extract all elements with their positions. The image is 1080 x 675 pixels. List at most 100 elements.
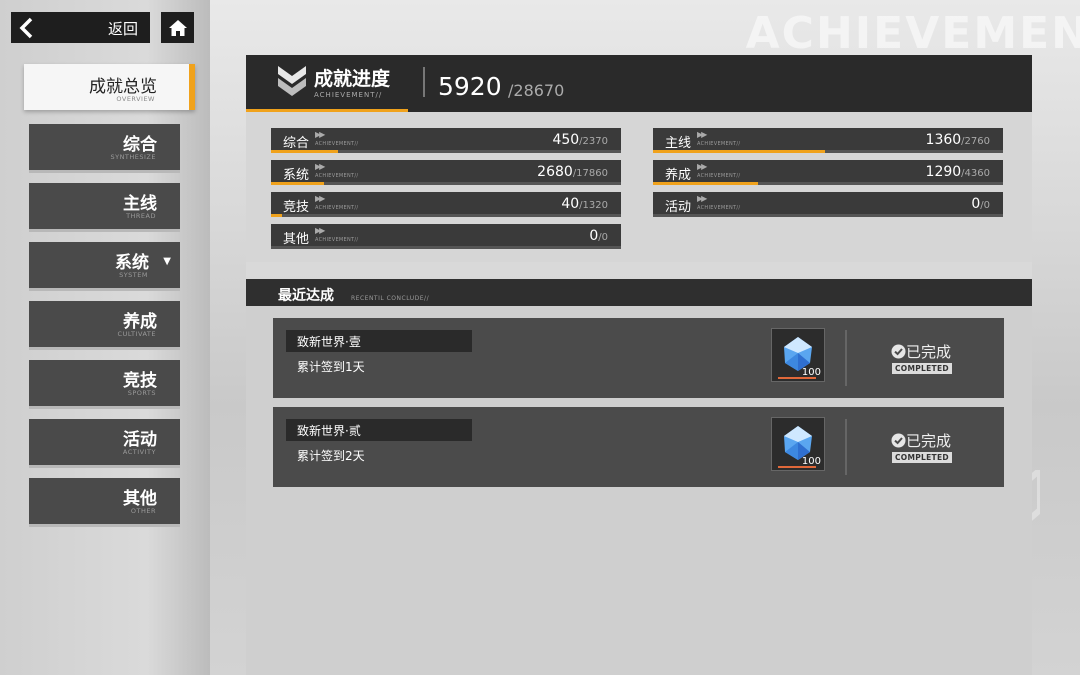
sidebar-item-sublabel: OTHER bbox=[130, 507, 156, 515]
stat-progress-fill bbox=[653, 150, 825, 153]
achievement-card[interactable]: 致新世界·壹 累计签到1天 100 已完成 COMPLETED bbox=[273, 318, 1004, 398]
sidebar-item-label: 竞技 bbox=[123, 371, 157, 391]
stat-row-sports[interactable]: 竞技 ▶▶ ACHIEVEMENT// 40/1320 bbox=[271, 192, 621, 217]
card-divider bbox=[845, 419, 847, 475]
sidebar-item-sports[interactable]: 竞技 SPORTS bbox=[29, 360, 180, 406]
sidebar-item-system[interactable]: 系统 ▼ SYSTEM bbox=[29, 242, 180, 288]
header-divider bbox=[423, 67, 425, 97]
sidebar-item-label: 其他 bbox=[123, 489, 157, 509]
reward-item[interactable]: 100 bbox=[771, 328, 825, 382]
progress-score: 5920 bbox=[438, 72, 502, 101]
double-arrow-icon: ▶▶ bbox=[697, 130, 707, 139]
stat-tag: ACHIEVEMENT// bbox=[315, 173, 359, 179]
progress-title: 成就进度 bbox=[314, 68, 391, 90]
stat-value: 0/0 bbox=[589, 228, 608, 244]
stat-progress-fill bbox=[653, 182, 758, 185]
sidebar-item-label: 养成 bbox=[123, 312, 157, 332]
check-circle-icon bbox=[891, 344, 906, 359]
progress-subtitle: ACHIEVEMENT// bbox=[314, 91, 383, 99]
active-indicator bbox=[189, 64, 195, 110]
sidebar-item-sublabel: OVERVIEW bbox=[116, 95, 155, 103]
double-arrow-icon: ▶▶ bbox=[315, 194, 325, 203]
stat-value: 2680/17860 bbox=[537, 164, 608, 180]
stat-value: 450/2370 bbox=[552, 132, 608, 148]
sidebar-item-other[interactable]: 其他 OTHER bbox=[29, 478, 180, 524]
stat-progress-fill bbox=[271, 214, 282, 217]
sidebar-item-sublabel: SYSTEM bbox=[119, 271, 148, 279]
sidebar-item-sublabel: CULTIVATE bbox=[117, 330, 156, 338]
achievement-chevron-icon bbox=[278, 66, 306, 96]
stat-row-system[interactable]: 系统 ▶▶ ACHIEVEMENT// 2680/17860 bbox=[271, 160, 621, 185]
back-button[interactable]: 返回 bbox=[11, 12, 150, 43]
stat-name: 活动 bbox=[665, 200, 692, 215]
completed-badge: COMPLETED bbox=[892, 452, 952, 463]
sidebar-item-label: 系统 bbox=[115, 253, 149, 273]
reward-quantity: 100 bbox=[801, 456, 821, 467]
chevron-down-icon: ▼ bbox=[163, 256, 171, 267]
back-label: 返回 bbox=[107, 20, 138, 38]
sidebar-item-thread[interactable]: 主线 THREAD bbox=[29, 183, 180, 229]
sidebar-item-sublabel: SYNTHESIZE bbox=[110, 153, 156, 161]
card-divider bbox=[845, 330, 847, 386]
stat-value: 0/0 bbox=[971, 196, 990, 212]
stat-tag: ACHIEVEMENT// bbox=[315, 141, 359, 147]
completed-status: 已完成 bbox=[891, 341, 951, 362]
stat-name: 主线 bbox=[665, 136, 692, 151]
completed-badge: COMPLETED bbox=[892, 363, 952, 374]
stat-name: 系统 bbox=[283, 168, 310, 183]
stat-value: 1360/2760 bbox=[925, 132, 990, 148]
stat-name: 竞技 bbox=[283, 200, 310, 215]
progress-total: /28670 bbox=[508, 81, 565, 100]
sidebar-item-label: 主线 bbox=[123, 194, 157, 214]
sidebar-item-label: 综合 bbox=[123, 135, 157, 155]
recent-title: 最近达成 bbox=[278, 288, 334, 304]
sidebar-item-label: 成就总览 bbox=[89, 77, 157, 97]
stat-value: 1290/4360 bbox=[925, 164, 990, 180]
stat-tag: ACHIEVEMENT// bbox=[315, 205, 359, 211]
sidebar-item-activity[interactable]: 活动 ACTIVITY bbox=[29, 419, 180, 465]
home-icon bbox=[168, 19, 187, 36]
stat-row-cultivate[interactable]: 养成 ▶▶ ACHIEVEMENT// 1290/4360 bbox=[653, 160, 1003, 185]
reward-item[interactable]: 100 bbox=[771, 417, 825, 471]
double-arrow-icon: ▶▶ bbox=[697, 162, 707, 171]
achievement-name: 致新世界·贰 bbox=[297, 424, 361, 438]
achievement-desc: 累计签到1天 bbox=[297, 360, 365, 374]
stat-value: 40/1320 bbox=[561, 196, 608, 212]
stat-progress-fill bbox=[271, 182, 324, 185]
back-arrow-icon bbox=[11, 12, 41, 43]
stat-tag: ACHIEVEMENT// bbox=[315, 237, 359, 243]
stat-progress-track bbox=[653, 214, 1003, 217]
double-arrow-icon: ▶▶ bbox=[697, 194, 707, 203]
stat-name: 养成 bbox=[665, 168, 692, 183]
check-circle-icon bbox=[891, 433, 906, 448]
reward-quantity: 100 bbox=[801, 367, 821, 378]
achievement-name: 致新世界·壹 bbox=[297, 335, 361, 349]
stat-row-other[interactable]: 其他 ▶▶ ACHIEVEMENT// 0/0 bbox=[271, 224, 621, 249]
stat-tag: ACHIEVEMENT// bbox=[697, 141, 741, 147]
stat-name: 其他 bbox=[283, 232, 310, 247]
stat-tag: ACHIEVEMENT// bbox=[697, 205, 741, 211]
double-arrow-icon: ▶▶ bbox=[315, 226, 325, 235]
sidebar-item-sublabel: THREAD bbox=[126, 212, 156, 220]
stat-progress-track bbox=[271, 246, 621, 249]
stat-row-thread[interactable]: 主线 ▶▶ ACHIEVEMENT// 1360/2760 bbox=[653, 128, 1003, 153]
achievement-card[interactable]: 致新世界·贰 累计签到2天 100 已完成 COMPLETED bbox=[273, 407, 1004, 487]
recent-subtitle: RECENTIL CONCLUDE// bbox=[351, 295, 430, 302]
sidebar-item-synthesize[interactable]: 综合 SYNTHESIZE bbox=[29, 124, 180, 170]
stat-progress-track bbox=[271, 182, 621, 185]
stat-row-activity[interactable]: 活动 ▶▶ ACHIEVEMENT// 0/0 bbox=[653, 192, 1003, 217]
sidebar-item-label: 活动 bbox=[123, 430, 157, 450]
sidebar-item-sublabel: ACTIVITY bbox=[122, 448, 156, 456]
home-button[interactable] bbox=[161, 12, 194, 43]
stat-row-synthesize[interactable]: 综合 ▶▶ ACHIEVEMENT// 450/2370 bbox=[271, 128, 621, 153]
stat-tag: ACHIEVEMENT// bbox=[697, 173, 741, 179]
achievement-desc: 累计签到2天 bbox=[297, 449, 365, 463]
stat-progress-track bbox=[271, 214, 621, 217]
sidebar-item-overview[interactable]: 成就总览 OVERVIEW bbox=[24, 64, 195, 110]
sidebar-item-sublabel: SPORTS bbox=[127, 389, 156, 397]
double-arrow-icon: ▶▶ bbox=[315, 162, 325, 171]
completed-status: 已完成 bbox=[891, 430, 951, 451]
background-watermark: ACHIEVEMEN bbox=[745, 8, 1080, 59]
stat-name: 综合 bbox=[283, 136, 310, 151]
sidebar-item-cultivate[interactable]: 养成 CULTIVATE bbox=[29, 301, 180, 347]
